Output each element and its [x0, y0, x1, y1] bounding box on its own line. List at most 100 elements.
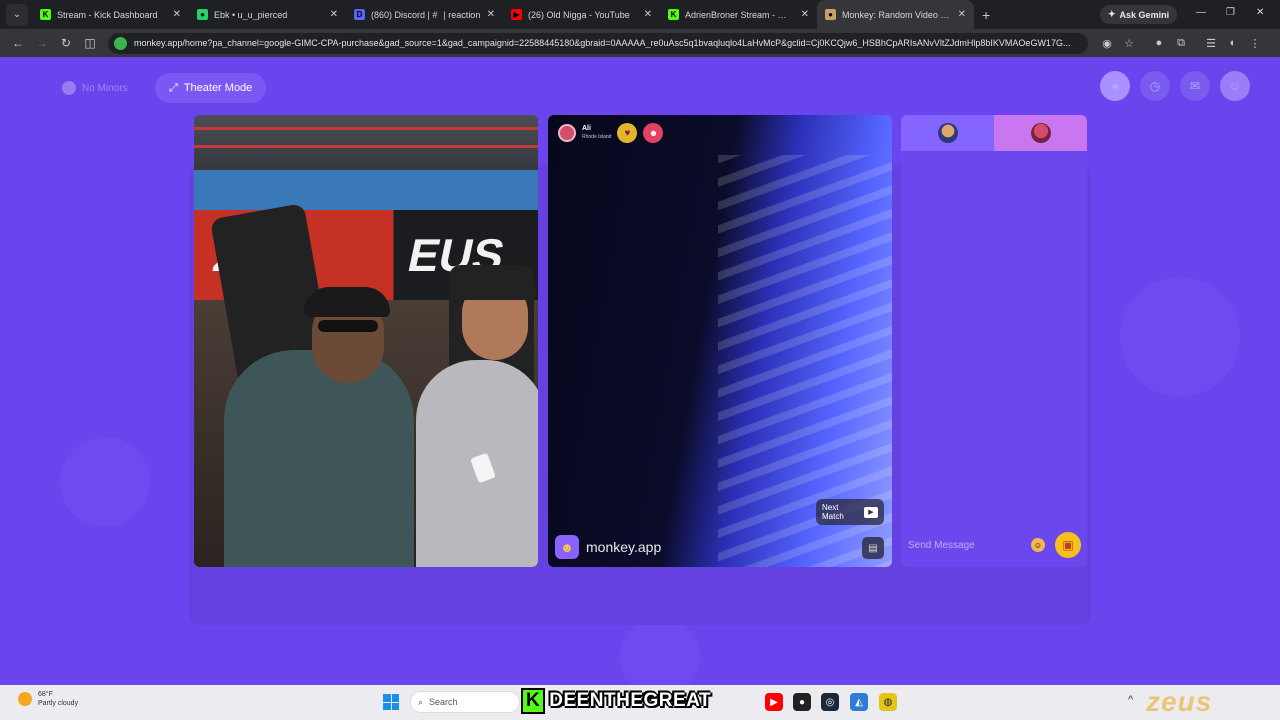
no-minors-label: No Minors [82, 82, 128, 94]
browser-tab[interactable]: ● Ebk • u_u_pierced ✕ [189, 0, 346, 29]
tab-favicon-icon: ● [197, 9, 208, 20]
side-panel-icon[interactable]: ◫ [78, 36, 102, 50]
search-label: Search [429, 697, 458, 707]
coins-icon[interactable]: ● [1100, 71, 1130, 101]
bookmark-star-icon[interactable]: ☆ [1118, 37, 1140, 50]
reload-icon[interactable]: ↻ [54, 36, 78, 50]
weather-condition: Partly cloudy [38, 700, 79, 707]
remote-user-avatar[interactable] [558, 124, 576, 142]
tab-favicon-icon: ● [825, 9, 836, 20]
close-tab-icon[interactable]: ✕ [801, 9, 809, 20]
send-message-input[interactable]: Send Message [908, 540, 1031, 551]
next-match-button[interactable]: Next Match ▶ [816, 499, 884, 525]
photos-icon[interactable]: ◭ [850, 693, 868, 711]
remote-user-meta: Ali Rhode Island [582, 125, 611, 141]
forward-arrow-icon[interactable]: → [30, 36, 54, 50]
chat-tab-self[interactable] [901, 115, 994, 151]
sunglasses [318, 320, 378, 332]
ring-rope [194, 145, 538, 148]
remote-user-location: Rhode Island [582, 134, 612, 140]
browser-tab[interactable]: K AdrienBroner Stream - Watch l ✕ [660, 0, 817, 29]
streamer-overlay-tag: K DEENTHEGREAT [515, 688, 717, 714]
monkey-watermark: ☻ monkey.app [555, 535, 661, 559]
zeus-logo: zeus [1146, 686, 1213, 717]
gift-icon[interactable]: ▣ [1055, 532, 1081, 558]
expand-icon: ⤢ [169, 81, 178, 94]
background-bubble [60, 437, 150, 527]
youtube-icon[interactable]: ▶ [765, 693, 783, 711]
local-video: ze EUS [194, 115, 538, 567]
lens-icon[interactable]: ◉ [1096, 37, 1118, 50]
no-minors-toggle[interactable]: No Minors [52, 76, 138, 100]
taskbar-search[interactable]: ⌕ Search [410, 691, 520, 713]
app-icon[interactable]: ◍ [879, 693, 897, 711]
tab-favicon-icon: K [668, 9, 679, 20]
more-menu-icon[interactable]: ⋮ [1244, 37, 1266, 50]
history-icon[interactable]: ◷ [1140, 71, 1170, 101]
close-tab-icon[interactable]: ✕ [330, 9, 338, 20]
streamer-person [224, 350, 414, 567]
messages-icon[interactable]: ✉ [1180, 71, 1210, 101]
tab-search-button[interactable]: ⌄ [6, 3, 28, 26]
browser-tab[interactable]: ● Monkey: Random Video Ch ✕ [817, 0, 974, 29]
ask-gemini-label: Ask Gemini [1119, 9, 1170, 20]
streamer-name: DEENTHEGREAT [549, 690, 712, 711]
browser-tab[interactable]: K Stream - Kick Dashboard ✕ [32, 0, 189, 29]
site-info-icon[interactable] [114, 36, 127, 50]
watermark-text: monkey.app [586, 539, 662, 555]
avatar[interactable]: ☺ [1220, 71, 1250, 101]
minimize-icon[interactable]: — [1196, 7, 1206, 18]
next-icon: ▶ [864, 506, 878, 518]
gemini-icon: ✦ [1108, 9, 1116, 19]
browser-tab[interactable]: ▶ (26) Old Nigga - YouTube ✕ [503, 0, 660, 29]
report-icon[interactable]: ▤ [862, 537, 884, 559]
tray-chevron-icon[interactable]: ^ [1128, 694, 1133, 706]
extensions-puzzle-icon[interactable]: ⧉ [1170, 37, 1192, 50]
close-tab-icon[interactable]: ✕ [644, 9, 652, 20]
tab-favicon-icon: D [354, 9, 365, 20]
browser-tab[interactable]: D (860) Discord | # | reaction ✕ [346, 0, 503, 29]
partly-cloudy-icon [18, 692, 32, 706]
close-tab-icon[interactable]: ✕ [173, 9, 181, 20]
windows-start-icon[interactable] [383, 694, 399, 710]
sidebar-icon[interactable]: ☰ [1200, 37, 1222, 50]
close-window-icon[interactable]: ✕ [1256, 7, 1264, 18]
search-icon: ⌕ [418, 696, 424, 707]
avatar [1030, 123, 1051, 143]
obs-icon[interactable]: ● [793, 693, 811, 711]
remote-user-name: Ali [582, 125, 591, 132]
tab-title: (26) Old Nigga - YouTube [528, 9, 630, 20]
guest-cap [456, 270, 536, 300]
chat-tab-remote[interactable] [994, 115, 1087, 151]
tab-favicon-icon: K [40, 9, 51, 20]
weather-widget[interactable]: 68°F Partly cloudy [18, 690, 78, 708]
avatar [937, 123, 958, 143]
browser-toolbar: ← → ↻ ◫ monkey.app/home?pa_channel=googl… [0, 29, 1280, 57]
remote-user-info: Ali Rhode Island ♥ ☻ [558, 123, 664, 143]
heart-icon[interactable]: ♥ [617, 123, 638, 143]
ring-mat [194, 170, 538, 215]
back-arrow-icon[interactable]: ← [6, 36, 30, 50]
chat-input-row: Send Message ☺ ▣ [901, 531, 1087, 559]
steam-icon[interactable]: ◎ [821, 693, 839, 711]
chat-panel: Send Message ☺ ▣ [901, 115, 1087, 567]
close-tab-icon[interactable]: ✕ [958, 9, 966, 20]
ask-gemini-button[interactable]: ✦ Ask Gemini [1100, 5, 1178, 24]
tab-favicon-icon: ▶ [511, 9, 522, 20]
extension-icon[interactable]: ● [1148, 37, 1170, 49]
chat-participants [901, 115, 1087, 151]
profile-icon[interactable]: ◐ [1222, 37, 1244, 49]
add-friend-icon[interactable]: ☻ [643, 123, 664, 143]
background-bubble [1120, 277, 1240, 397]
emoji-icon[interactable]: ☺ [1031, 538, 1045, 552]
new-tab-button[interactable]: + [982, 7, 990, 23]
theater-mode-button[interactable]: ⤢ Theater Mode [155, 73, 267, 103]
monkey-logo-icon: ☻ [555, 535, 579, 559]
tab-title: Stream - Kick Dashboard [57, 9, 158, 20]
tab-title: Ebk • u_u_pierced [214, 9, 288, 20]
close-tab-icon[interactable]: ✕ [487, 9, 495, 20]
temperature: 68°F [38, 691, 53, 698]
address-bar[interactable]: monkey.app/home?pa_channel=google-GIMC-C… [108, 32, 1088, 54]
tab-title: (860) Discord | # | reaction [371, 9, 481, 20]
restore-icon[interactable]: ❐ [1226, 7, 1235, 18]
